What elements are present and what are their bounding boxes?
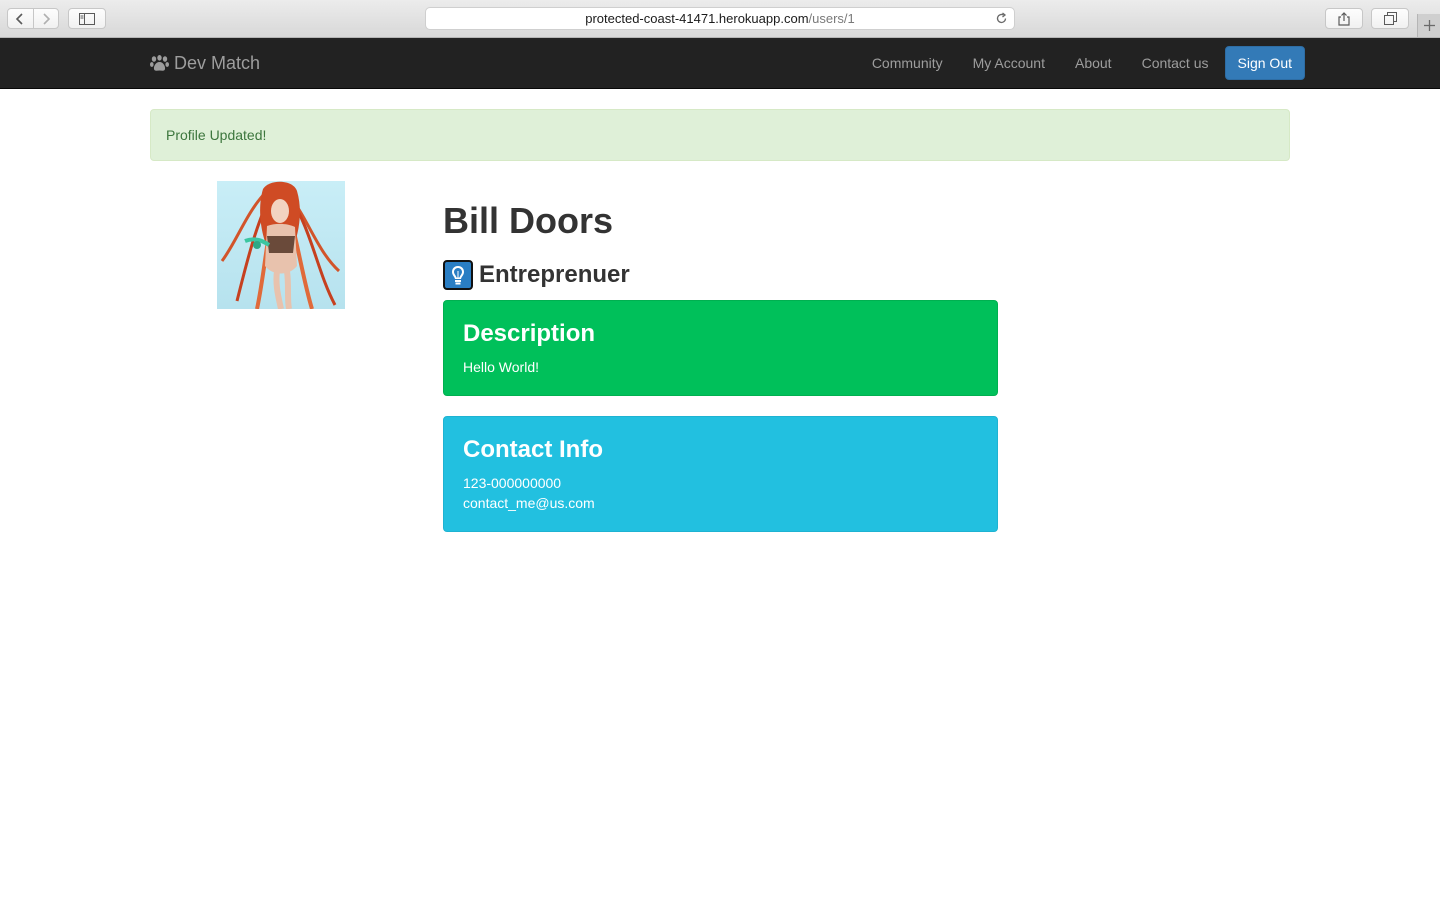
paw-icon: [150, 54, 169, 71]
nav-link-community[interactable]: Community: [857, 55, 958, 71]
profile-name: Bill Doors: [443, 200, 614, 241]
share-button[interactable]: [1325, 8, 1363, 29]
show-tabs-button[interactable]: [1371, 8, 1409, 29]
plus-icon: [1424, 20, 1435, 31]
contact-email: contact_me@us.com: [463, 495, 595, 511]
sidebar-icon: [79, 12, 95, 25]
avatar-image: [217, 181, 345, 309]
history-nav-group: [7, 8, 59, 29]
forward-button[interactable]: [32, 9, 59, 28]
tabs-overview-icon: [1383, 12, 1397, 25]
reload-icon[interactable]: [995, 12, 1008, 25]
alert-message: Profile Updated!: [166, 127, 267, 143]
sidebar-toggle-button[interactable]: [68, 8, 106, 29]
plan-name: Entreprenuer: [479, 261, 630, 288]
contact-info-panel: Contact Info 123-000000000 contact_me@us…: [443, 416, 998, 532]
avatar: [217, 181, 345, 309]
chevron-right-icon: [43, 12, 50, 25]
new-tab-button[interactable]: [1417, 14, 1440, 37]
chevron-left-icon: [16, 12, 23, 25]
description-heading: Description: [463, 320, 596, 347]
browser-toolbar: protected-coast-41471.herokuapp.com/user…: [0, 0, 1440, 38]
nav-link-about[interactable]: About: [1060, 55, 1127, 71]
navbar: Dev Match Community My Account About Con…: [0, 38, 1440, 89]
description-text: Hello World!: [463, 359, 539, 375]
nav-links: Community My Account About Contact us Si…: [857, 38, 1305, 88]
address-bar[interactable]: protected-coast-41471.herokuapp.com/user…: [425, 7, 1015, 30]
nav-link-my-account[interactable]: My Account: [958, 55, 1060, 71]
contact-phone: 123-000000000: [463, 475, 562, 491]
brand-link[interactable]: Dev Match: [150, 38, 260, 88]
url-path: /users/1: [808, 11, 855, 26]
brand-label: Dev Match: [174, 52, 261, 73]
nav-link-contact-us[interactable]: Contact us: [1127, 55, 1224, 71]
description-panel: Description Hello World!: [443, 300, 998, 396]
plan-row: Entreprenuer: [443, 260, 630, 290]
share-icon: [1338, 11, 1350, 26]
lightbulb-icon: [443, 260, 473, 290]
url-host: protected-coast-41471.herokuapp.com: [585, 11, 809, 26]
success-alert: Profile Updated!: [150, 109, 1290, 161]
contact-info-heading: Contact Info: [463, 436, 603, 463]
sign-out-button[interactable]: Sign Out: [1224, 46, 1305, 80]
back-button[interactable]: [8, 9, 33, 28]
